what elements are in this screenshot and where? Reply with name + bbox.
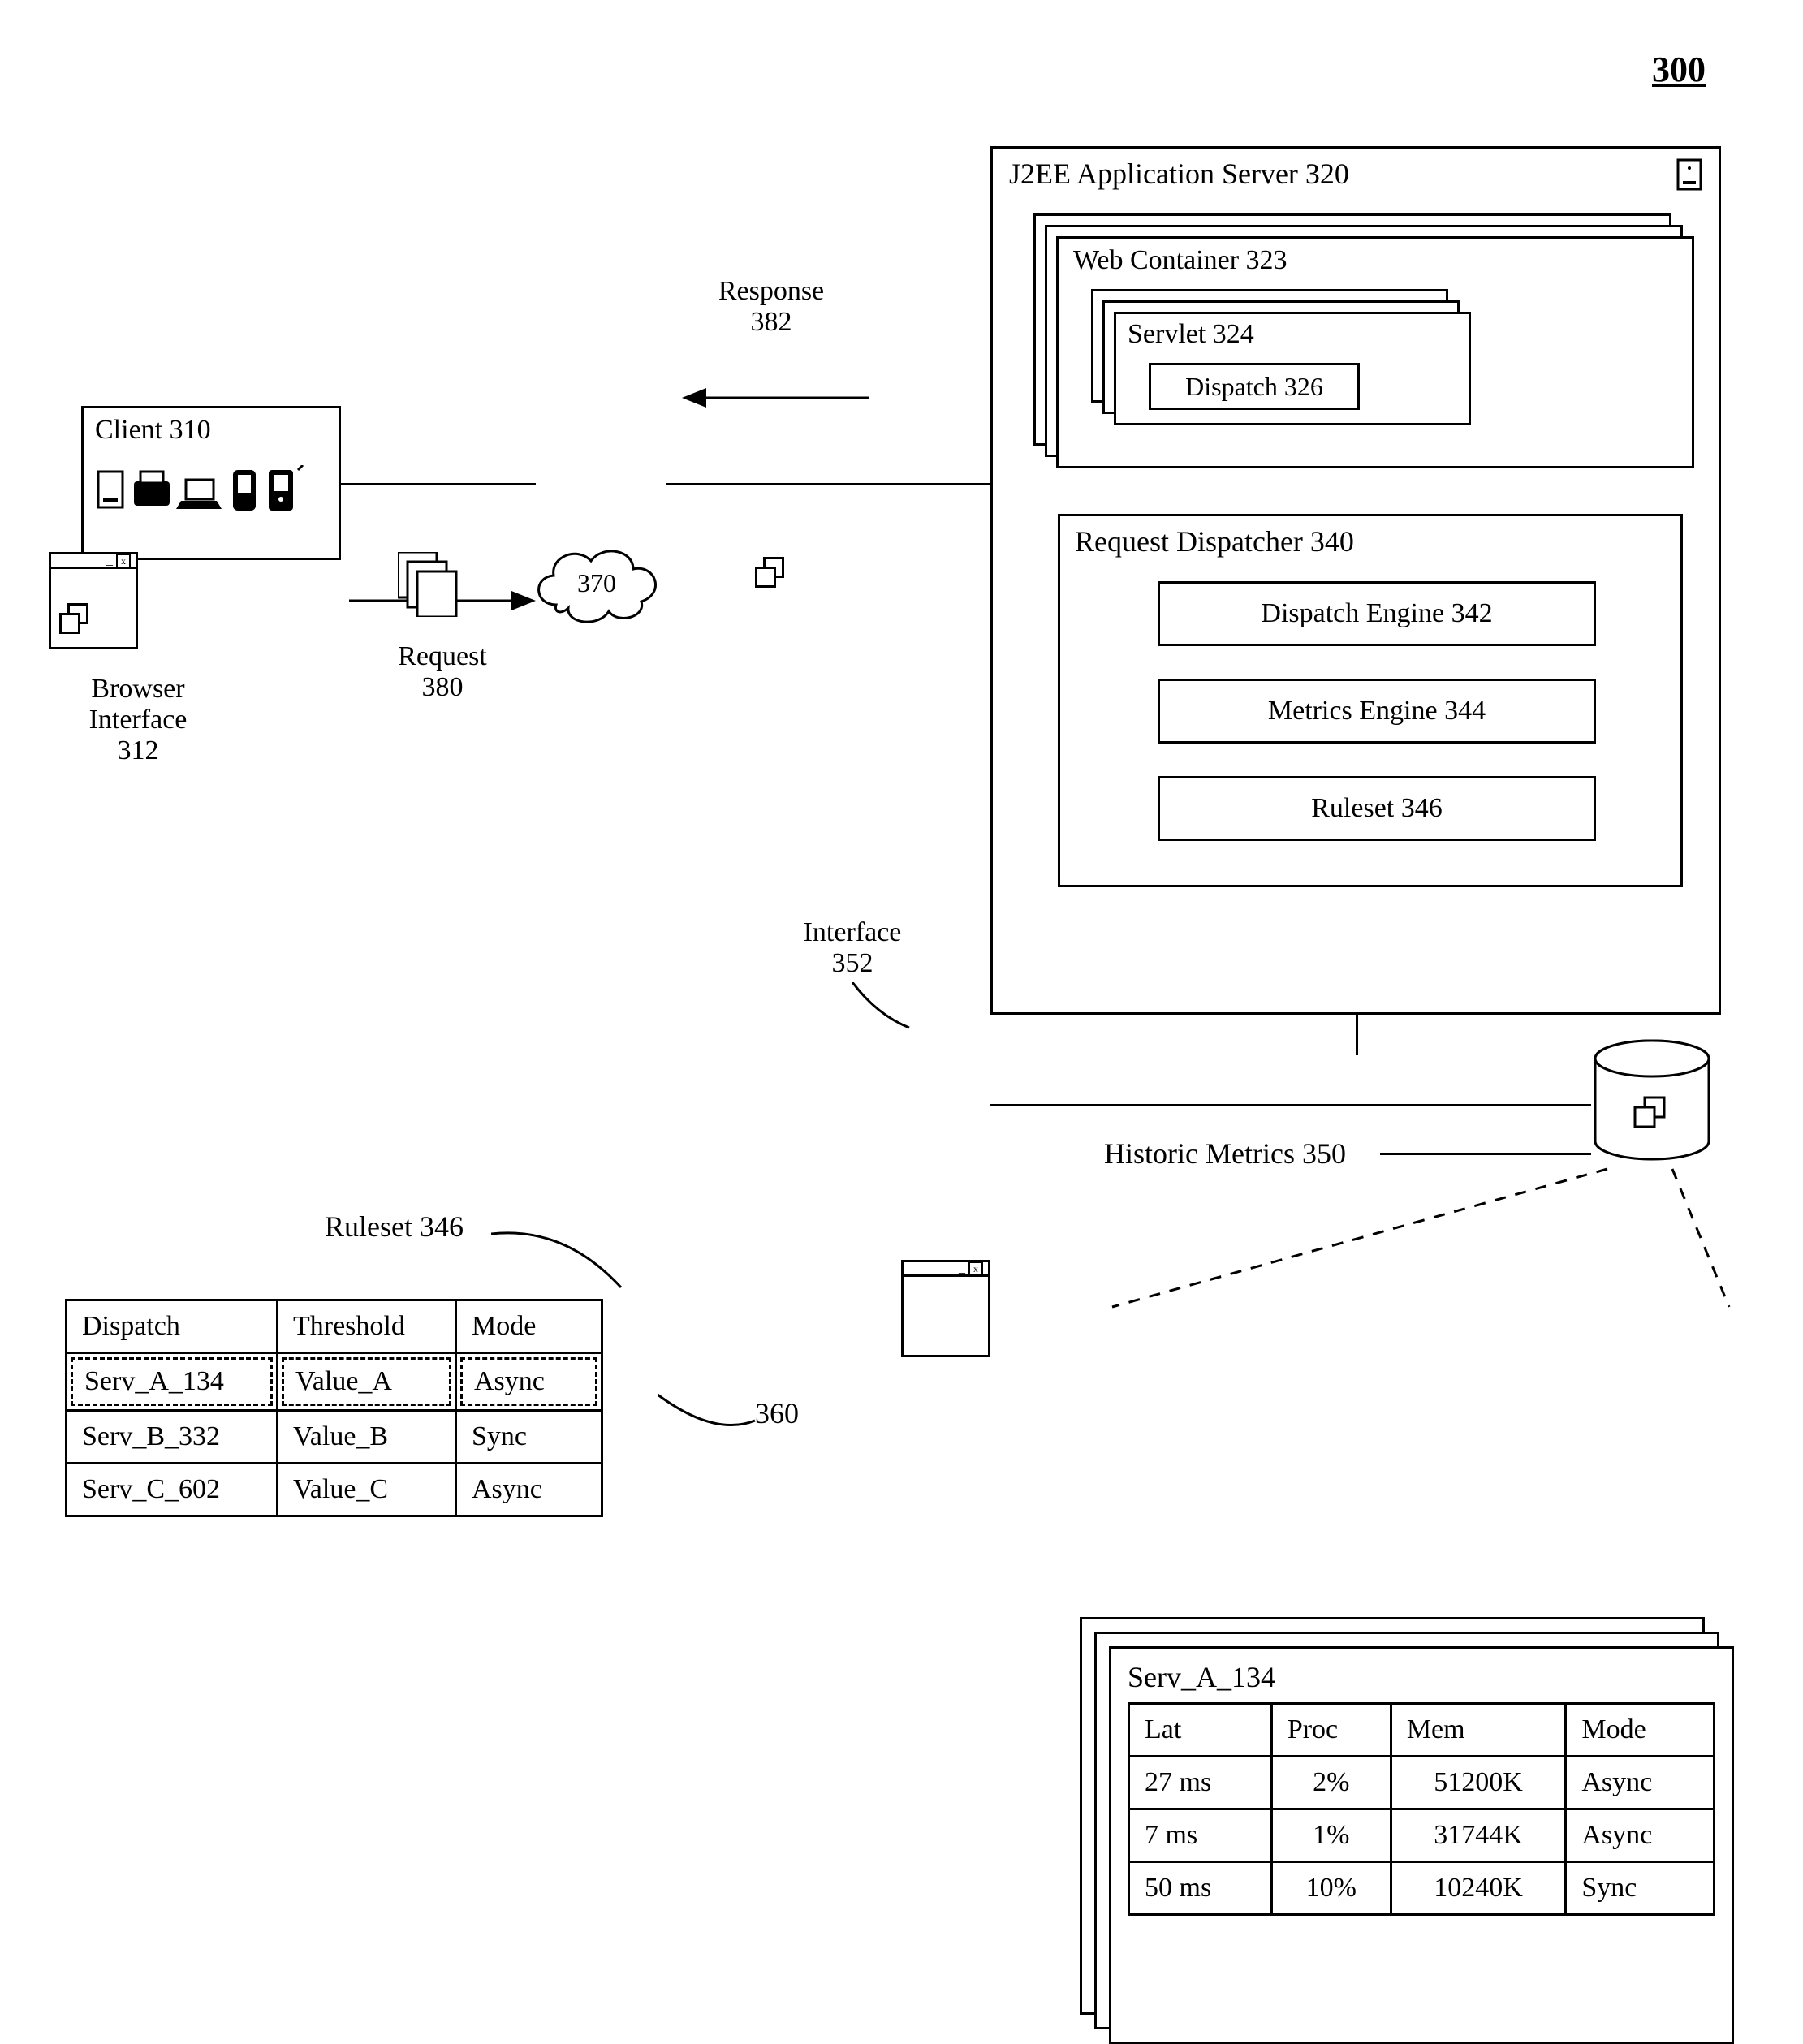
servlet-stack: Servlet 324 Dispatch 326 (1091, 289, 1464, 419)
metrics-cylinder-icon (1591, 1039, 1713, 1169)
metrics-r0c1: 2% (1271, 1757, 1391, 1809)
interface-label: Interface 352 (779, 917, 925, 979)
metrics-r2c1: 10% (1271, 1862, 1391, 1915)
line-client-cloud (341, 483, 536, 485)
titlebar-controls-2: _ x (904, 1262, 988, 1277)
servlet-title: Servlet 324 (1128, 319, 1254, 350)
server-title: J2EE Application Server 320 (1009, 157, 1349, 191)
ruleset-r2c0: Serv_C_602 (67, 1464, 278, 1516)
metrics-h0: Lat (1129, 1704, 1272, 1757)
metrics-table-stack: Serv_A_134 Lat Proc Mem Mode 27 ms 2% 51… (1080, 1617, 1729, 2039)
ruleset-r0c2: Async (460, 1357, 597, 1406)
line-cloud-server (666, 483, 990, 485)
metrics-r1c0: 7 ms (1129, 1809, 1272, 1862)
request-label: Request 380 (373, 641, 511, 703)
metrics-engine: Metrics Engine 344 (1158, 679, 1596, 744)
line-server-down (1356, 1015, 1358, 1055)
metrics-row-2: 50 ms 10% 10240K Sync (1129, 1862, 1715, 1915)
metrics-r0c0: 27 ms (1129, 1757, 1272, 1809)
metrics-r1c3: Async (1566, 1809, 1715, 1862)
metrics-table-title: Serv_A_134 (1128, 1660, 1715, 1694)
ruleset-title: Ruleset 346 (325, 1210, 464, 1244)
metrics-r0c3: Async (1566, 1757, 1715, 1809)
ruleset-engine: Ruleset 346 (1158, 776, 1596, 841)
line-interface-metrics (990, 1104, 1591, 1106)
ruleset-r2c1: Value_C (278, 1464, 456, 1516)
metrics-row-0: 27 ms 2% 51200K Async (1129, 1757, 1715, 1809)
dashed-fanout (1104, 1161, 1737, 1322)
browser-interface-label: Browser Interface 312 (65, 674, 211, 766)
ruleset-title-curve (491, 1218, 629, 1297)
ruleset-h1: Threshold (278, 1300, 456, 1353)
ruleset-row-0: Serv_A_134 Value_A Async (67, 1353, 602, 1411)
docs-icon (59, 603, 95, 639)
metrics-h2: Mem (1391, 1704, 1566, 1757)
cloud-icon: 370 (528, 540, 1803, 636)
ruleset-r0c1: Value_A (282, 1357, 451, 1406)
metrics-r2c2: 10240K (1391, 1862, 1566, 1915)
ruleset-r1c2: Sync (456, 1411, 602, 1464)
response-docs-icon (755, 557, 791, 593)
ruleset-row-1: Serv_B_332 Value_B Sync (67, 1411, 602, 1464)
server-icon (1673, 157, 1706, 199)
request-docs-icon (398, 552, 463, 623)
browser-window-icon: _ x (49, 552, 138, 649)
client-box: Client 310 (81, 406, 341, 560)
device-icons (95, 465, 330, 524)
ruleset-r2c2: Async (456, 1464, 602, 1516)
metrics-r2c0: 50 ms (1129, 1862, 1272, 1915)
metrics-h3: Mode (1566, 1704, 1715, 1757)
response-arrow (682, 382, 869, 420)
interface-callout (844, 982, 917, 1046)
web-container-title: Web Container 323 (1073, 245, 1288, 276)
ruleset-r1c0: Serv_B_332 (67, 1411, 278, 1464)
metrics-r1c1: 1% (1271, 1809, 1391, 1862)
callout-360-curve (658, 1388, 763, 1443)
ruleset-r1c1: Value_B (278, 1411, 456, 1464)
titlebar-controls: _ x (51, 554, 136, 569)
metrics-r2c3: Sync (1566, 1862, 1715, 1915)
web-container-stack: Web Container 323 Servlet 324 Dispatch 3… (1033, 213, 1683, 457)
dispatch-box: Dispatch 326 (1149, 363, 1360, 410)
metrics-r0c2: 51200K (1391, 1757, 1566, 1809)
ruleset-r0c0: Serv_A_134 (71, 1357, 273, 1406)
interface-window-icon: _ x (901, 1260, 990, 1357)
historic-metrics-line (1380, 1153, 1591, 1155)
ruleset-row-2: Serv_C_602 Value_C Async (67, 1464, 602, 1516)
metrics-row-1: 7 ms 1% 31744K Async (1129, 1809, 1715, 1862)
ruleset-h2: Mode (456, 1300, 602, 1353)
metrics-r1c2: 31744K (1391, 1809, 1566, 1862)
svg-text:370: 370 (577, 568, 616, 597)
ruleset-h0: Dispatch (67, 1300, 278, 1353)
response-label: Response 382 (690, 276, 852, 338)
ruleset-table: Dispatch Threshold Mode Serv_A_134 Value… (65, 1299, 603, 1517)
figure-number: 300 (1652, 49, 1706, 90)
client-title: Client 310 (95, 415, 211, 446)
metrics-h1: Proc (1271, 1704, 1391, 1757)
